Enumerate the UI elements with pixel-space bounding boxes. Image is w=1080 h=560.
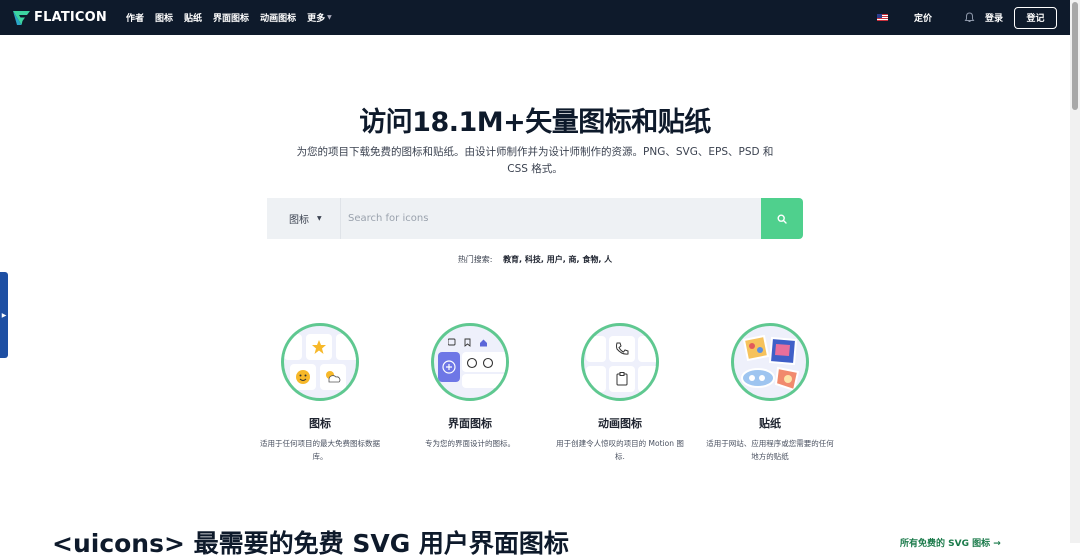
category-icons-title: 图标	[309, 417, 331, 430]
refresh-icons	[466, 357, 494, 369]
category-animated-icons-title: 动画图标	[598, 417, 642, 430]
category-animated-icons[interactable]: 动画图标 用于创建令人惊叹的项目的 Motion 图标.	[545, 323, 695, 463]
chevron-right-icon: ▶	[1, 311, 7, 319]
popular-searches-label: 热门搜索:	[457, 255, 493, 264]
category-interface-icons-illustration	[431, 323, 509, 401]
hero-title: 访问18.1M+矢量图标和贴纸	[359, 107, 711, 138]
side-panel-tab[interactable]: ▶	[0, 272, 8, 358]
smiley-icon	[296, 370, 310, 384]
popular-searches: 热门搜索: 教育, 科技, 用户, 商, 食物, 人	[0, 254, 1070, 265]
chevron-down-icon: ▼	[317, 215, 322, 222]
category-animated-icons-desc: 用于创建令人惊叹的项目的 Motion 图标.	[556, 439, 684, 461]
flaticon-logo[interactable]: FLATICON	[13, 10, 107, 25]
popular-search-terms[interactable]: 教育, 科技, 用户, 商, 食物, 人	[503, 255, 612, 264]
clipboard-icon	[616, 372, 628, 386]
category-interface-icons-desc: 专为您的界面设计的图标。	[425, 439, 515, 448]
flaticon-logo-icon	[13, 10, 30, 25]
ui-toolbar-icons	[448, 338, 487, 347]
category-icons[interactable]: 图标 适用于任何项目的最大免费图标数据库。	[245, 323, 395, 463]
scrollbar-thumb[interactable]	[1072, 2, 1078, 110]
us-flag-icon[interactable]	[876, 14, 888, 21]
category-stickers-desc: 适用于网站、应用程序或您需要的任何地方的贴纸	[706, 439, 834, 461]
nav-right: 定价 登录 登记	[876, 6, 1057, 29]
nav-link-stickers[interactable]: 贴纸	[184, 11, 202, 24]
stickers-collage-icon	[741, 334, 800, 392]
category-icons-desc: 适用于任何项目的最大免费图标数据库。	[260, 439, 380, 461]
category-cards: 图标 适用于任何项目的最大免费图标数据库。 界面图标 专为您的界面设计的图标。 …	[245, 323, 845, 463]
search-bar: 图标 ▼	[267, 198, 803, 239]
hero-subtitle: 为您的项目下载免费的图标和贴纸。由设计师制作并为设计师制作的资源。PNG、SVG…	[296, 146, 774, 175]
top-navbar: FLATICON 作者 图标 贴纸 界面图标 动画图标 更多 ▼ 定价 登录 登…	[0, 0, 1070, 35]
nav-pricing[interactable]: 定价	[914, 11, 932, 24]
category-stickers[interactable]: 贴纸 适用于网站、应用程序或您需要的任何地方的贴纸	[695, 323, 845, 463]
nav-link-interface-icons[interactable]: 界面图标	[213, 11, 249, 24]
search-type-label: 图标	[289, 215, 309, 226]
nav-link-more-label: 更多	[307, 14, 326, 24]
chevron-down-icon: ▼	[327, 14, 332, 21]
nav-link-animated-icons[interactable]: 动画图标	[260, 11, 296, 24]
add-icon	[442, 360, 456, 374]
nav-link-authors[interactable]: 作者	[126, 11, 144, 24]
category-animated-icons-illustration	[581, 323, 659, 401]
signup-button[interactable]: 登记	[1014, 6, 1057, 29]
phone-icon	[616, 342, 629, 355]
section-heading: <uicons> 最需要的免费 SVG 用户界面图标	[52, 529, 569, 558]
vertical-scrollbar[interactable]	[1070, 0, 1080, 543]
bell-icon[interactable]	[964, 12, 975, 23]
nav-links: 作者 图标 贴纸 界面图标 动画图标 更多 ▼	[126, 11, 343, 24]
login-link[interactable]: 登录	[985, 11, 1003, 24]
search-icon	[777, 213, 787, 224]
nav-link-icons[interactable]: 图标	[155, 11, 173, 24]
category-interface-icons[interactable]: 界面图标 专为您的界面设计的图标。	[395, 323, 545, 463]
search-input[interactable]	[341, 198, 761, 239]
category-stickers-illustration	[731, 323, 809, 401]
search-type-dropdown[interactable]: 图标 ▼	[267, 198, 341, 239]
weather-icon	[326, 371, 341, 383]
category-stickers-title: 贴纸	[759, 417, 781, 430]
category-interface-icons-title: 界面图标	[448, 417, 492, 430]
category-icons-illustration	[281, 323, 359, 401]
nav-link-more[interactable]: 更多 ▼	[307, 11, 332, 24]
search-button[interactable]	[761, 198, 803, 239]
star-icon	[312, 340, 326, 354]
brand-name: FLATICON	[34, 10, 107, 25]
